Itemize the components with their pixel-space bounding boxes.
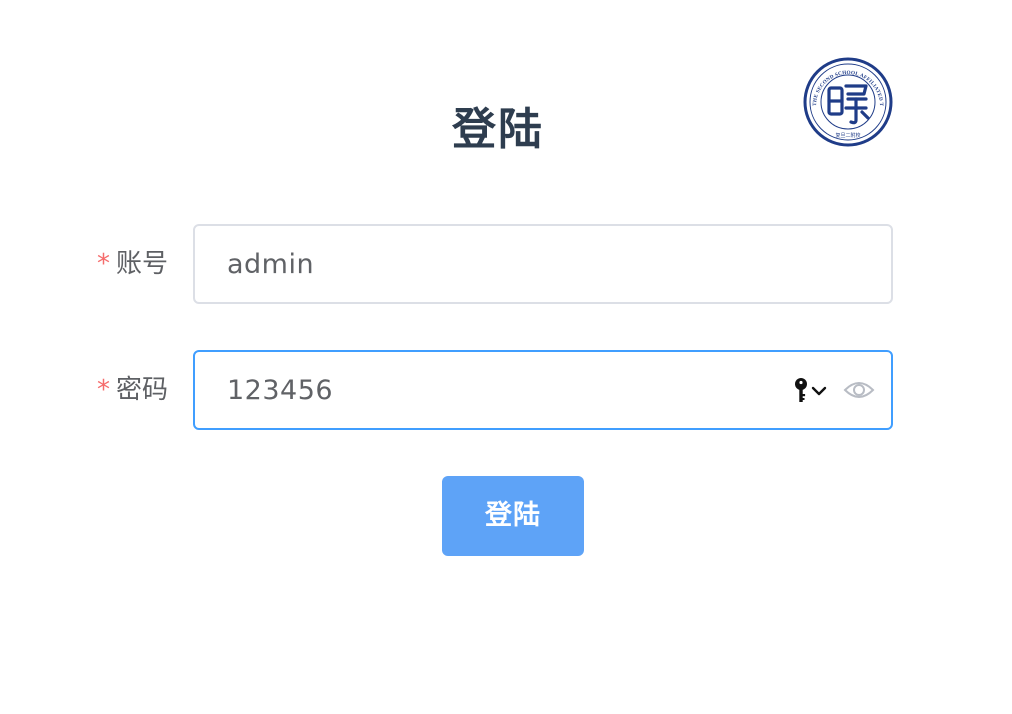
chevron-down-icon[interactable] [811, 383, 827, 399]
password-label: * 密码 [97, 350, 168, 430]
password-label-text: 密码 [115, 375, 168, 405]
password-input-value: 123456 [227, 375, 334, 406]
account-label: * 账号 [97, 224, 168, 304]
logo-bottom-text: 复旦二附校 [835, 132, 860, 139]
account-row: * 账号 admin [0, 224, 1012, 304]
required-mark: * [96, 375, 110, 405]
password-row: * 密码 123456 [0, 350, 1012, 430]
school-logo: THE SECOND SCHOOL AFFILIATED TO FUDAN UN… [802, 56, 893, 147]
key-icon[interactable] [793, 377, 809, 405]
account-input[interactable]: admin [193, 224, 893, 304]
eye-icon[interactable] [843, 378, 875, 402]
password-input[interactable]: 123456 [193, 350, 893, 430]
login-button[interactable]: 登陆 [442, 476, 584, 556]
login-page: 登陆 THE SECOND SCHOOL AFFILIATED TO FUDAN… [0, 0, 1012, 714]
account-input-value: admin [227, 249, 315, 280]
account-label-text: 账号 [115, 249, 168, 279]
required-mark: * [96, 249, 110, 279]
